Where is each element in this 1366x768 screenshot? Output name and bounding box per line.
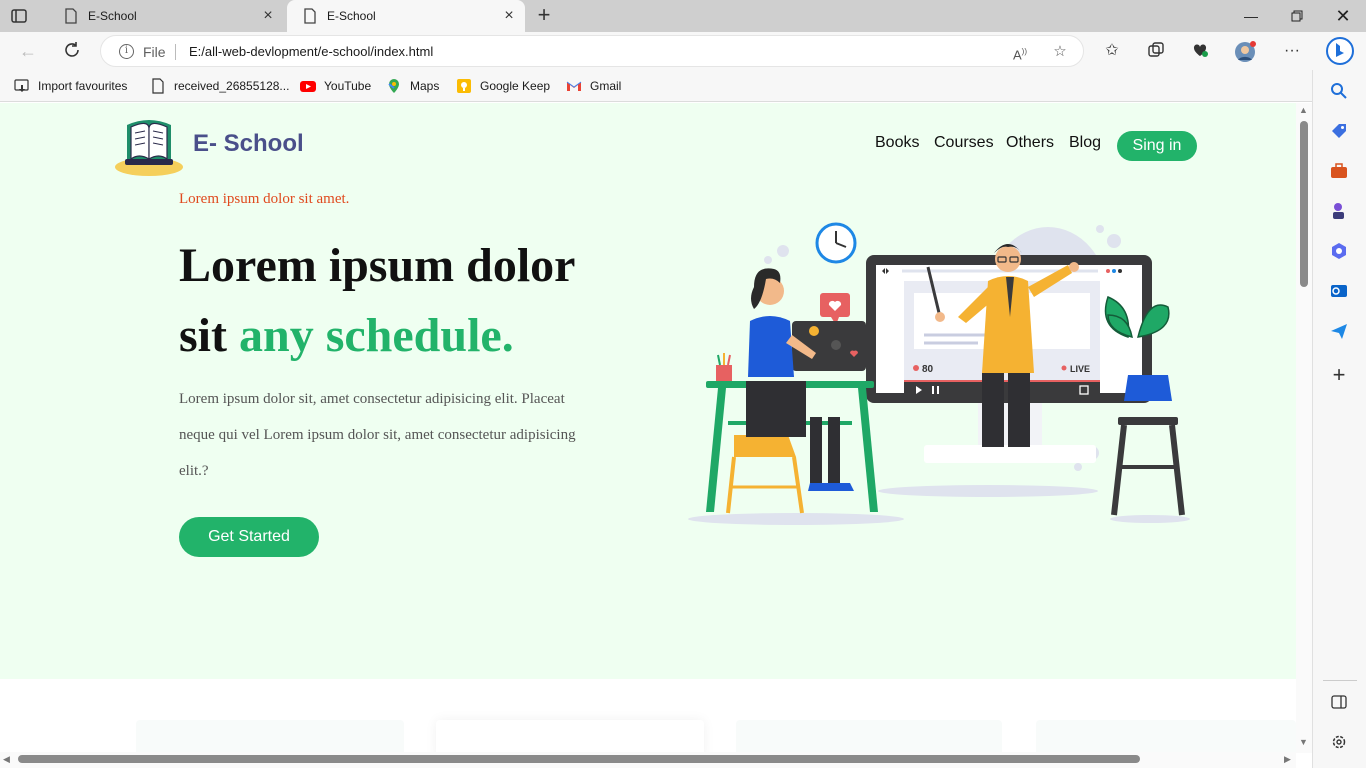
fav-label: Gmail [590,79,622,93]
maps-icon [388,79,399,93]
tab-eschool-2[interactable]: E-School × [287,0,525,32]
fav-google-keep[interactable]: Google Keep [456,76,550,96]
book-logo-icon[interactable] [113,115,185,177]
address-toolbar: ← i File E:/all-web-devlopment/e-school/… [0,32,1366,70]
copilot-icon[interactable] [1326,37,1354,65]
nav-courses[interactable]: Courses [934,134,994,152]
sidebar-settings-icon[interactable] [1329,734,1349,754]
browser-essentials-icon[interactable] [1190,41,1210,61]
online-class-illustration: 80 LIVE [688,222,1190,525]
outlook-icon[interactable] [1329,282,1349,302]
feature-card[interactable] [1036,720,1296,753]
nav-books[interactable]: Books [875,134,919,152]
feature-cards-row [0,720,1296,753]
minimize-icon[interactable]: — [1228,0,1274,32]
restore-icon[interactable] [1274,0,1320,32]
hide-sidebar-icon[interactable] [1329,694,1349,714]
hero-kicker: Lorem ipsum dolor sit amet. [179,191,350,207]
close-tab-icon[interactable]: × [501,8,517,24]
fav-received[interactable]: received_26855128... [150,76,289,96]
fav-label: Google Keep [480,79,551,93]
hero-headline: Lorem ipsum dolor sit any schedule. [179,231,619,371]
address-separator [175,44,176,60]
close-window-icon[interactable]: ✕ [1320,0,1366,32]
scroll-down-icon[interactable]: ▼ [1299,737,1308,747]
feature-card[interactable] [736,720,1002,753]
edge-sidebar: + [1312,70,1366,768]
import-icon [14,79,29,92]
feature-card[interactable] [136,720,404,753]
tools-briefcase-icon[interactable] [1329,162,1349,182]
fav-maps[interactable]: Maps [386,76,439,96]
horizontal-scroll-thumb[interactable] [18,755,1140,763]
fav-import[interactable]: Import favourites [14,76,127,96]
games-icon[interactable] [1329,202,1349,222]
tab-eschool-1[interactable]: E-School × [48,0,284,32]
page-icon [304,8,316,24]
more-menu-icon[interactable]: ··· [1282,41,1302,61]
fav-label: Maps [410,79,440,93]
tab-title: E-School [327,9,376,23]
search-icon[interactable] [1329,82,1349,102]
live-label: LIVE [1070,364,1090,374]
vertical-scrollbar[interactable]: ▲ ▼ [1296,103,1312,753]
tab-title: E-School [88,9,137,23]
fav-label: YouTube [324,79,372,93]
favourites-bar: Import favourites received_26855128... Y… [0,70,1366,102]
sign-in-button[interactable]: Sing in [1117,131,1197,161]
scheme-label: File [143,44,166,60]
fav-youtube[interactable]: YouTube [300,76,371,96]
youtube-icon [300,81,316,92]
scroll-right-icon[interactable]: ▶ [1284,754,1291,765]
nav-blog[interactable]: Blog [1069,134,1101,152]
page-icon [65,8,77,24]
get-started-button[interactable]: Get Started [179,517,319,557]
add-sidebar-app-icon[interactable]: + [1329,364,1349,386]
viewer-count: 80 [922,364,934,375]
shopping-tag-icon[interactable] [1329,122,1349,142]
favourite-star-icon[interactable]: ☆ [1051,43,1069,61]
microsoft365-icon[interactable] [1329,242,1349,262]
headline-accent: any schedule. [239,309,514,362]
scroll-up-icon[interactable]: ▲ [1299,105,1308,115]
profile-avatar[interactable] [1234,41,1256,62]
scroll-left-icon[interactable]: ◀ [3,754,10,765]
info-icon[interactable]: i [119,44,134,59]
favourites-icon[interactable]: ✩ [1102,41,1122,61]
feature-card[interactable] [436,720,704,753]
hero-paragraph: Lorem ipsum dolor sit, amet consectetur … [179,391,576,479]
file-icon [152,78,164,94]
read-aloud-icon[interactable]: A)) [1011,43,1029,62]
address-bar[interactable]: i File E:/all-web-devlopment/e-school/in… [100,35,1084,67]
gmail-icon [566,81,582,91]
url-text[interactable]: E:/all-web-devlopment/e-school/index.htm… [189,44,433,59]
sidebar-divider [1323,680,1357,681]
fav-label: Import favourites [38,79,128,93]
refresh-icon[interactable] [62,41,82,61]
fav-label: received_26855128... [174,79,290,93]
brand-name[interactable]: E- School [193,130,304,158]
vertical-scroll-thumb[interactable] [1300,121,1308,287]
fav-gmail[interactable]: Gmail [566,76,621,96]
tab-strip: E-School × E-School × + — ✕ [0,0,1366,32]
horizontal-scrollbar[interactable]: ◀ ▶ [0,752,1296,768]
new-tab-icon[interactable]: + [534,4,554,26]
drop-send-icon[interactable] [1329,322,1349,342]
collections-icon[interactable] [1146,41,1166,61]
tab-actions-icon[interactable] [10,7,28,25]
keep-icon [457,79,471,93]
close-tab-icon[interactable]: × [260,8,276,24]
nav-others[interactable]: Others [1006,134,1054,152]
back-icon[interactable]: ← [18,41,38,61]
page-viewport: E- School Books Courses Others Blog Sing… [0,103,1296,753]
hero-section: E- School Books Courses Others Blog Sing… [0,103,1296,679]
